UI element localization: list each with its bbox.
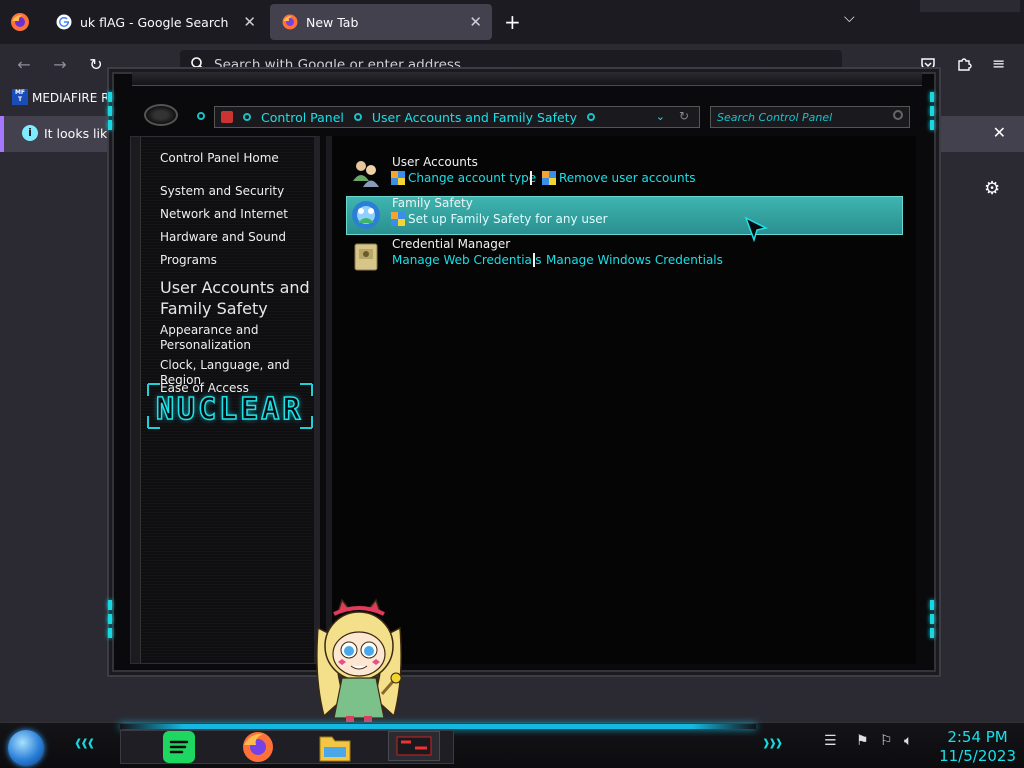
taskbar-decoration: ❱❱❱ xyxy=(762,738,783,749)
close-notification-icon[interactable]: ✕ xyxy=(993,123,1006,142)
sidebar-item-system-security[interactable]: System and Security xyxy=(160,184,284,199)
control-panel-icon xyxy=(221,111,233,123)
logo-text: NUCLEAR xyxy=(155,391,304,428)
file-explorer-icon[interactable] xyxy=(318,731,352,763)
sidebar-item-hardware[interactable]: Hardware and Sound xyxy=(160,230,286,245)
link-manage-windows-credentials[interactable]: Manage Windows Credentials xyxy=(546,253,723,267)
active-window-button[interactable] xyxy=(388,731,440,761)
pocket-icon[interactable] xyxy=(920,56,936,72)
chevron-down-icon[interactable]: ⌄ xyxy=(656,110,665,123)
frame-decoration xyxy=(108,92,112,130)
firefox-icon xyxy=(282,14,298,30)
user-accounts-icon xyxy=(353,161,379,187)
breadcrumb-separator-icon xyxy=(353,113,362,121)
refresh-icon[interactable]: ↻ xyxy=(679,109,689,123)
system-clock[interactable]: 2:54 PM 11/5/2023 xyxy=(939,728,1016,766)
clock-time: 2:54 PM xyxy=(947,728,1008,746)
control-panel-address-bar[interactable]: Control Panel User Accounts and Family S… xyxy=(214,106,700,128)
google-g-icon xyxy=(56,14,72,30)
sidebar-edge xyxy=(131,137,141,663)
control-panel-search-input[interactable]: Search Control Panel xyxy=(710,106,910,128)
info-icon: i xyxy=(22,125,38,141)
sidebar-item-user-accounts[interactable]: User Accounts and Family Safety xyxy=(160,277,310,319)
gear-icon[interactable]: ⚙ xyxy=(984,178,1000,199)
show-hidden-icons-icon[interactable]: ☰ xyxy=(824,733,837,749)
tab-google-search[interactable]: uk flAG - Google Search ✕ xyxy=(44,4,266,40)
mediafire-bookmark-icon: MF T xyxy=(12,89,28,105)
breadcrumb-separator-icon xyxy=(243,113,251,121)
nav-dot-icon[interactable] xyxy=(197,112,205,120)
volume-icon[interactable]: 🔈︎ xyxy=(904,733,912,749)
taskbar-glow-strip xyxy=(120,724,756,729)
breadcrumb-control-panel[interactable]: Control Panel xyxy=(261,110,344,125)
control-panel-icon xyxy=(396,736,432,756)
sidebar-item-label: Appearance and xyxy=(160,323,259,337)
bookmark-mediafire[interactable]: MEDIAFIRE RO xyxy=(32,91,119,105)
url-bar-placeholder: Search with Google or enter address xyxy=(214,57,461,73)
breadcrumb-separator-icon xyxy=(586,113,595,121)
category-user-accounts-title[interactable]: User Accounts xyxy=(392,155,478,169)
family-safety-icon xyxy=(352,201,380,229)
breadcrumb-user-accounts[interactable]: User Accounts and Family Safety xyxy=(372,110,577,125)
search-icon xyxy=(191,57,205,71)
taskbar-decoration: ❰❰❰ xyxy=(74,738,95,749)
search-placeholder: Search Control Panel xyxy=(717,111,833,124)
link-manage-web-credentials[interactable]: Manage Web Credentials xyxy=(392,253,541,267)
start-button[interactable] xyxy=(8,730,44,766)
frame-decoration xyxy=(930,92,934,130)
clock-date: 11/5/2023 xyxy=(939,747,1016,765)
forward-arrow-icon[interactable]: → xyxy=(50,54,70,74)
sidebar-item-label: User Accounts and xyxy=(160,278,310,297)
link-separator xyxy=(530,171,532,185)
extensions-puzzle-icon[interactable] xyxy=(956,56,972,72)
link-change-account-type[interactable]: Change account type xyxy=(408,171,536,185)
sidebar-item-label: Family Safety xyxy=(160,299,268,318)
tab-title: New Tab xyxy=(306,14,359,30)
frame-decoration xyxy=(108,600,112,638)
sidebar-item-home[interactable]: Control Panel Home xyxy=(160,151,279,166)
sidebar-item-network[interactable]: Network and Internet xyxy=(160,207,288,222)
category-family-safety-title[interactable]: Family Safety xyxy=(392,196,473,210)
tab-new-tab[interactable]: New Tab ✕ xyxy=(270,4,492,40)
sidebar-item-ease-of-access[interactable]: Ease of Access xyxy=(160,381,249,396)
credential-manager-icon xyxy=(354,243,378,271)
close-tab-icon[interactable]: ✕ xyxy=(469,13,482,31)
window-orb-logo xyxy=(144,104,178,126)
window-controls-strip xyxy=(920,0,1020,12)
new-tab-plus-icon[interactable]: + xyxy=(504,10,521,34)
mouse-cursor-icon xyxy=(744,216,769,242)
uac-shield-icon xyxy=(391,212,405,226)
frame-decoration xyxy=(930,600,934,638)
uac-shield-icon xyxy=(391,171,405,185)
link-separator xyxy=(533,253,535,267)
search-icon xyxy=(893,110,903,120)
tab-title: uk flAG - Google Search xyxy=(80,14,229,30)
link-remove-user-accounts[interactable]: Remove user accounts xyxy=(559,171,696,185)
sidebar-item-appearance[interactable]: Appearance and Personalization xyxy=(160,323,258,353)
firefox-menu-icon[interactable] xyxy=(10,12,30,32)
category-credential-manager-title[interactable]: Credential Manager xyxy=(392,237,510,251)
back-arrow-icon[interactable]: ← xyxy=(14,54,34,74)
list-all-tabs-chevron-icon[interactable]: ⌵ xyxy=(844,10,855,26)
sidebar-item-programs[interactable]: Programs xyxy=(160,253,217,268)
cartoon-character-sticker xyxy=(316,598,402,724)
reload-icon[interactable]: ↻ xyxy=(86,54,106,74)
firefox-icon[interactable] xyxy=(241,731,275,763)
window-top-frame xyxy=(132,72,922,86)
action-center-icon[interactable]: ⚐ xyxy=(880,733,893,749)
close-tab-icon[interactable]: ✕ xyxy=(243,13,256,31)
uac-shield-icon xyxy=(542,171,556,185)
sidebar-item-label: Personalization xyxy=(160,338,251,352)
hamburger-menu-icon[interactable]: ≡ xyxy=(992,54,1005,73)
spotify-icon[interactable] xyxy=(162,731,196,763)
bookmark-icon-text: MF T xyxy=(14,89,26,103)
link-setup-family-safety[interactable]: Set up Family Safety for any user xyxy=(408,212,608,226)
network-disconnected-icon[interactable]: ⚑ xyxy=(856,733,869,749)
